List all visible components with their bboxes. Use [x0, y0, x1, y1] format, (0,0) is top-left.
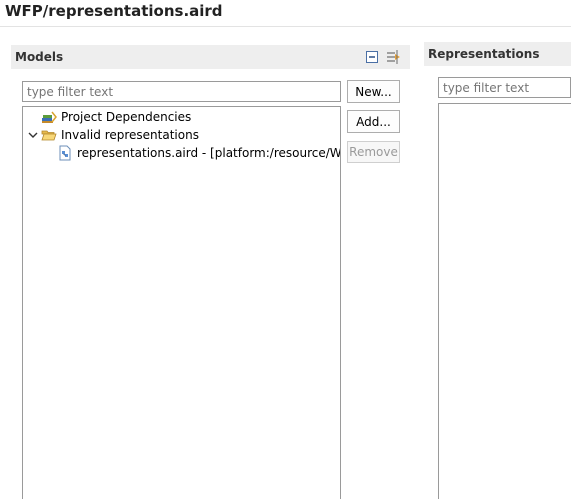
aird-file-icon [57, 145, 73, 161]
models-filter-input[interactable] [22, 81, 341, 102]
tree-item-representations-aird[interactable]: representations.aird - [platform:/resour… [23, 144, 340, 162]
new-button[interactable]: New... [347, 80, 400, 103]
page-title: WFP/representations.aird [5, 2, 223, 20]
models-section-header: Models [11, 45, 410, 69]
link-with-editor-icon[interactable] [386, 49, 402, 65]
models-tree[interactable]: Project Dependencies Invalid representat… [22, 106, 341, 499]
representations-filter-input[interactable] [438, 77, 571, 98]
chevron-down-icon[interactable] [25, 127, 41, 143]
title-divider [0, 26, 571, 27]
representations-list[interactable] [438, 103, 571, 499]
models-header-label: Models [15, 50, 64, 64]
collapse-all-icon[interactable] [364, 49, 380, 65]
tree-item-label: Project Dependencies [61, 110, 192, 124]
tree-item-label: Invalid representations [61, 128, 199, 142]
project-dependencies-icon [41, 109, 57, 125]
representations-header-label: Representations [428, 47, 540, 61]
tree-item-project-dependencies[interactable]: Project Dependencies [23, 108, 340, 126]
add-button[interactable]: Add... [347, 110, 400, 133]
remove-button[interactable]: Remove [347, 141, 400, 163]
representations-section-header: Representations [424, 42, 571, 66]
tree-item-invalid-representations[interactable]: Invalid representations [23, 126, 340, 144]
tree-item-label: representations.aird - [platform:/resour… [77, 146, 341, 160]
folder-open-icon [41, 127, 57, 143]
